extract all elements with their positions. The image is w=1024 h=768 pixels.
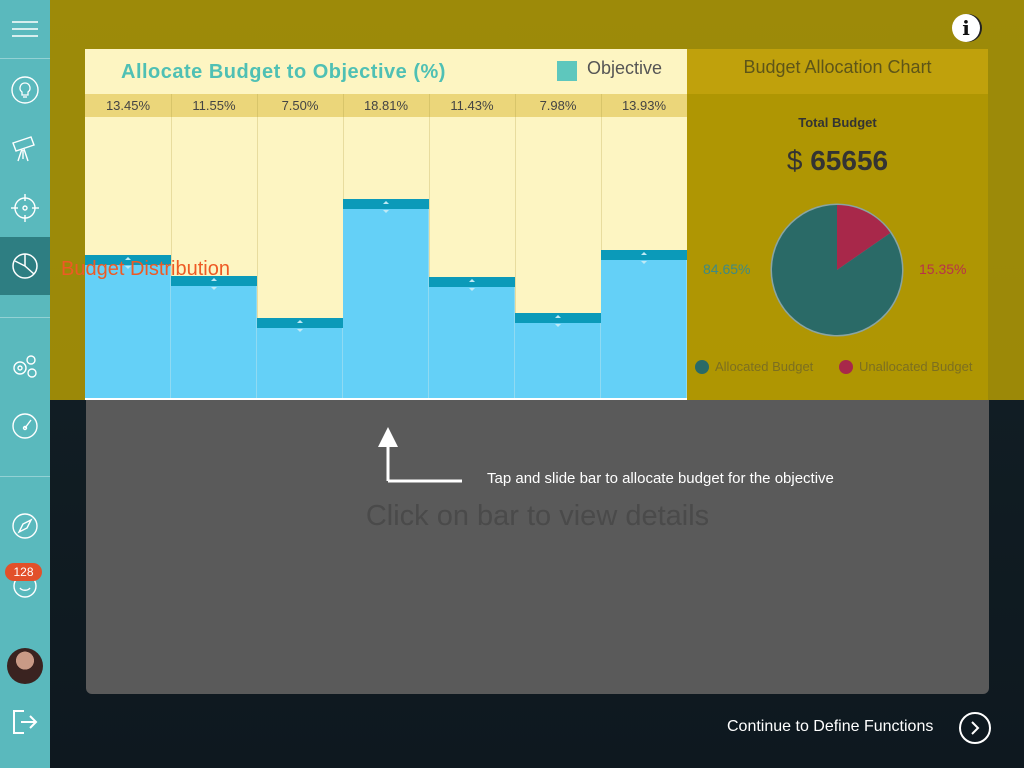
continue-label[interactable]: Continue to Define Functions	[727, 718, 933, 736]
allocated-percent: 84.65%	[703, 261, 751, 277]
bar-percent-label: 7.50%	[281, 98, 319, 113]
legend-label: Objective	[587, 58, 663, 78]
drag-arrows-icon	[555, 315, 561, 327]
objective-bar[interactable]	[429, 277, 515, 398]
hint-arrow-icon	[378, 427, 462, 483]
bar-percent-label: 13.93%	[621, 98, 667, 113]
bar-percent-label: 11.55%	[192, 98, 236, 113]
currency-symbol: $	[786, 145, 803, 176]
allocated-dot	[695, 359, 709, 374]
total-budget-value: $ 65656	[687, 145, 988, 177]
lightbulb-icon[interactable]	[0, 66, 50, 114]
allocation-chart-panel: Allocate Budget to Objective (%) Objecti…	[85, 49, 687, 400]
legend-allocated: Allocated Budget	[695, 359, 813, 374]
drag-arrows-icon	[469, 279, 475, 291]
legend-swatch	[557, 61, 577, 81]
pie-chart-title: Budget Allocation Chart	[743, 57, 932, 77]
telescope-icon[interactable]	[0, 125, 50, 173]
column-divider	[601, 94, 602, 117]
bar-percent-label: 18.81%	[363, 98, 409, 113]
speedometer-icon[interactable]	[0, 402, 50, 450]
info-button[interactable]: i	[952, 14, 980, 42]
total-budget-amount: 65656	[810, 145, 889, 176]
bar-percent-label: 11.43%	[450, 98, 494, 113]
menu-icon[interactable]	[0, 8, 50, 50]
compass-icon[interactable]	[0, 502, 50, 550]
budget-allocation-panel: Budget Allocation Chart Total Budget $ 6…	[687, 49, 988, 400]
column-divider	[515, 94, 516, 117]
drag-arrows-icon	[383, 201, 389, 213]
drag-arrows-icon	[641, 252, 647, 264]
continue-button[interactable]	[959, 712, 991, 744]
drag-arrows-icon	[297, 320, 303, 332]
column-divider	[171, 94, 172, 117]
total-budget-label: Total Budget	[798, 115, 877, 130]
bar-percent-label: 7.98%	[539, 98, 577, 113]
unallocated-percent: 15.35%	[919, 261, 967, 277]
allocation-chart-header: Allocate Budget to Objective (%) Objecti…	[85, 49, 687, 94]
details-placeholder: Click on bar to view details	[365, 500, 710, 532]
objective-bar[interactable]	[171, 276, 257, 398]
budget-distribution-label: Budget Distribution	[61, 258, 230, 280]
column-divider	[343, 94, 344, 117]
chevron-right-icon	[971, 721, 980, 735]
notification-badge: 128	[5, 563, 42, 581]
legend-allocated-label: Allocated Budget	[715, 359, 814, 374]
legend-unallocated-label: Unallocated Budget	[859, 359, 973, 374]
legend-unallocated: Unallocated Budget	[839, 359, 972, 374]
sidebar-divider	[0, 317, 50, 318]
pie-chart-icon[interactable]	[0, 237, 50, 295]
pie-chart	[770, 203, 904, 337]
percentage-row: 13.45% 11.55% 7.50% 18.81% 11.43% 7.98% 13.93%	[85, 94, 687, 117]
details-panel: Click on bar to view details	[86, 400, 989, 694]
target-icon[interactable]	[0, 184, 50, 232]
pie-panel-header: Budget Allocation Chart	[687, 49, 988, 94]
gears-icon[interactable]	[0, 342, 50, 390]
sidebar-divider	[0, 58, 50, 59]
objective-bar[interactable]	[343, 199, 429, 398]
allocation-chart-title: Allocate Budget to Objective (%)	[121, 61, 446, 83]
bar-percent-label: 13.45%	[105, 98, 151, 113]
hint-text: Tap and slide bar to allocate budget for…	[487, 470, 834, 487]
sidebar: 128	[0, 0, 50, 768]
avatar[interactable]	[7, 648, 43, 684]
logout-icon[interactable]	[0, 700, 50, 744]
column-divider	[429, 94, 430, 117]
objective-bar[interactable]	[601, 250, 687, 398]
column-divider	[257, 94, 258, 117]
unallocated-dot	[839, 359, 853, 374]
sidebar-divider	[0, 476, 50, 477]
